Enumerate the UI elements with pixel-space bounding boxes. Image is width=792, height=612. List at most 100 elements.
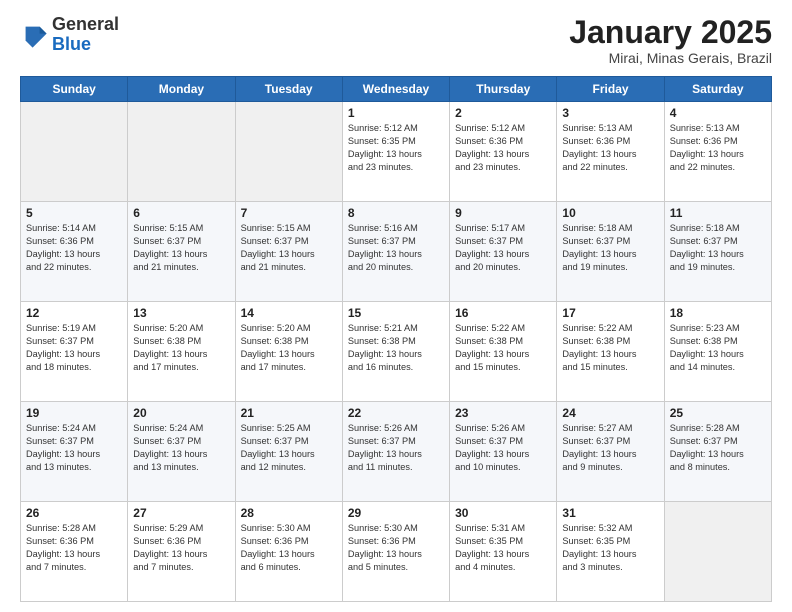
calendar-week-3: 12Sunrise: 5:19 AMSunset: 6:37 PMDayligh… <box>21 302 772 402</box>
calendar-cell: 11 Sunrise: 5:18 AMSunset: 6:37 PMDayligh… <box>664 202 771 302</box>
calendar-cell: 4Sunrise: 5:13 AMSunset: 6:36 PMDaylight… <box>664 102 771 202</box>
calendar-cell: 18Sunrise: 5:23 AMSunset: 6:38 PMDayligh… <box>664 302 771 402</box>
day-number: 31 <box>562 506 658 520</box>
calendar-cell: 25Sunrise: 5:28 AMSunset: 6:37 PMDayligh… <box>664 402 771 502</box>
header: General Blue January 2025 Mirai, Minas G… <box>20 15 772 66</box>
location-subtitle: Mirai, Minas Gerais, Brazil <box>569 50 772 66</box>
weekday-header-thursday: Thursday <box>450 77 557 102</box>
calendar-cell: 22 Sunrise: 5:26 AMSunset: 6:37 PMDayligh… <box>342 402 449 502</box>
page: General Blue January 2025 Mirai, Minas G… <box>0 0 792 612</box>
day-info: Sunrise: 5:22 AMSunset: 6:38 PMDaylight:… <box>562 322 658 374</box>
day-number: 17 <box>562 306 658 320</box>
day-number: 30 <box>455 506 551 520</box>
calendar-cell: 8 Sunrise: 5:16 AMSunset: 6:37 PMDaylight… <box>342 202 449 302</box>
weekday-header-tuesday: Tuesday <box>235 77 342 102</box>
calendar-cell: 2 Sunrise: 5:12 AMSunset: 6:36 PMDaylight… <box>450 102 557 202</box>
calendar-cell: 17 Sunrise: 5:22 AMSunset: 6:38 PMDayligh… <box>557 302 664 402</box>
day-number: 8 <box>348 206 444 220</box>
day-number: 24 <box>562 406 658 420</box>
calendar-week-5: 26 Sunrise: 5:28 AMSunset: 6:36 PMDayligh… <box>21 502 772 602</box>
logo-blue-text: Blue <box>52 34 91 54</box>
calendar-cell: 15 Sunrise: 5:21 AMSunset: 6:38 PMDayligh… <box>342 302 449 402</box>
calendar-cell: 30 Sunrise: 5:31 AMSunset: 6:35 PMDayligh… <box>450 502 557 602</box>
weekday-header-saturday: Saturday <box>664 77 771 102</box>
day-info: Sunrise: 5:24 AMSunset: 6:37 PMDaylight:… <box>26 422 122 474</box>
logo-icon <box>20 21 48 49</box>
day-info: Sunrise: 5:13 AMSunset: 6:36 PMDaylight:… <box>670 122 766 174</box>
weekday-header-wednesday: Wednesday <box>342 77 449 102</box>
day-info: Sunrise: 5:28 AMSunset: 6:36 PMDaylight:… <box>26 522 122 574</box>
calendar-cell: 23Sunrise: 5:26 AMSunset: 6:37 PMDayligh… <box>450 402 557 502</box>
calendar-cell: 31Sunrise: 5:32 AMSunset: 6:35 PMDayligh… <box>557 502 664 602</box>
calendar-cell: 3 Sunrise: 5:13 AMSunset: 6:36 PMDaylight… <box>557 102 664 202</box>
day-number: 22 <box>348 406 444 420</box>
day-number: 12 <box>26 306 122 320</box>
day-info: Sunrise: 5:25 AMSunset: 6:37 PMDaylight:… <box>241 422 337 474</box>
month-title: January 2025 <box>569 15 772 50</box>
day-number: 26 <box>26 506 122 520</box>
day-info: Sunrise: 5:26 AMSunset: 6:37 PMDaylight:… <box>348 422 444 474</box>
title-block: January 2025 Mirai, Minas Gerais, Brazil <box>569 15 772 66</box>
day-info: Sunrise: 5:12 AMSunset: 6:36 PMDaylight:… <box>455 122 551 174</box>
day-info: Sunrise: 5:31 AMSunset: 6:35 PMDaylight:… <box>455 522 551 574</box>
day-number: 7 <box>241 206 337 220</box>
day-number: 9 <box>455 206 551 220</box>
calendar-cell <box>128 102 235 202</box>
calendar-cell: 13Sunrise: 5:20 AMSunset: 6:38 PMDayligh… <box>128 302 235 402</box>
calendar-cell: 19 Sunrise: 5:24 AMSunset: 6:37 PMDayligh… <box>21 402 128 502</box>
calendar-cell: 27 Sunrise: 5:29 AMSunset: 6:36 PMDayligh… <box>128 502 235 602</box>
calendar-cell: 1 Sunrise: 5:12 AMSunset: 6:35 PMDaylight… <box>342 102 449 202</box>
day-number: 19 <box>26 406 122 420</box>
day-info: Sunrise: 5:28 AMSunset: 6:37 PMDaylight:… <box>670 422 766 474</box>
calendar-cell: 7 Sunrise: 5:15 AMSunset: 6:37 PMDaylight… <box>235 202 342 302</box>
calendar-cell: 16Sunrise: 5:22 AMSunset: 6:38 PMDayligh… <box>450 302 557 402</box>
day-number: 3 <box>562 106 658 120</box>
calendar-cell: 20 Sunrise: 5:24 AMSunset: 6:37 PMDayligh… <box>128 402 235 502</box>
calendar-cell <box>235 102 342 202</box>
calendar-cell <box>21 102 128 202</box>
day-info: Sunrise: 5:18 AMSunset: 6:37 PMDaylight:… <box>670 222 766 274</box>
day-number: 29 <box>348 506 444 520</box>
day-info: Sunrise: 5:15 AMSunset: 6:37 PMDaylight:… <box>241 222 337 274</box>
logo-general-text: General <box>52 14 119 34</box>
day-number: 15 <box>348 306 444 320</box>
logo-text: General Blue <box>52 15 119 55</box>
calendar-cell: 12Sunrise: 5:19 AMSunset: 6:37 PMDayligh… <box>21 302 128 402</box>
day-number: 20 <box>133 406 229 420</box>
day-info: Sunrise: 5:29 AMSunset: 6:36 PMDaylight:… <box>133 522 229 574</box>
day-number: 2 <box>455 106 551 120</box>
day-number: 13 <box>133 306 229 320</box>
day-number: 18 <box>670 306 766 320</box>
day-number: 5 <box>26 206 122 220</box>
day-number: 6 <box>133 206 229 220</box>
calendar-cell: 26 Sunrise: 5:28 AMSunset: 6:36 PMDayligh… <box>21 502 128 602</box>
calendar-week-1: 1 Sunrise: 5:12 AMSunset: 6:35 PMDaylight… <box>21 102 772 202</box>
day-info: Sunrise: 5:18 AMSunset: 6:37 PMDaylight:… <box>562 222 658 274</box>
day-info: Sunrise: 5:27 AMSunset: 6:37 PMDaylight:… <box>562 422 658 474</box>
calendar-cell: 14Sunrise: 5:20 AMSunset: 6:38 PMDayligh… <box>235 302 342 402</box>
day-number: 27 <box>133 506 229 520</box>
day-info: Sunrise: 5:13 AMSunset: 6:36 PMDaylight:… <box>562 122 658 174</box>
weekday-header-row: SundayMondayTuesdayWednesdayThursdayFrid… <box>21 77 772 102</box>
day-info: Sunrise: 5:12 AMSunset: 6:35 PMDaylight:… <box>348 122 444 174</box>
day-number: 10 <box>562 206 658 220</box>
day-number: 28 <box>241 506 337 520</box>
day-info: Sunrise: 5:21 AMSunset: 6:38 PMDaylight:… <box>348 322 444 374</box>
day-info: Sunrise: 5:24 AMSunset: 6:37 PMDaylight:… <box>133 422 229 474</box>
day-number: 14 <box>241 306 337 320</box>
calendar-cell: 21Sunrise: 5:25 AMSunset: 6:37 PMDayligh… <box>235 402 342 502</box>
day-number: 1 <box>348 106 444 120</box>
day-info: Sunrise: 5:16 AMSunset: 6:37 PMDaylight:… <box>348 222 444 274</box>
day-info: Sunrise: 5:22 AMSunset: 6:38 PMDaylight:… <box>455 322 551 374</box>
calendar-cell: 5 Sunrise: 5:14 AMSunset: 6:36 PMDaylight… <box>21 202 128 302</box>
weekday-header-sunday: Sunday <box>21 77 128 102</box>
calendar-cell <box>664 502 771 602</box>
day-info: Sunrise: 5:30 AMSunset: 6:36 PMDaylight:… <box>241 522 337 574</box>
calendar-cell: 24 Sunrise: 5:27 AMSunset: 6:37 PMDayligh… <box>557 402 664 502</box>
calendar-week-2: 5 Sunrise: 5:14 AMSunset: 6:36 PMDaylight… <box>21 202 772 302</box>
day-info: Sunrise: 5:17 AMSunset: 6:37 PMDaylight:… <box>455 222 551 274</box>
day-number: 11 <box>670 206 766 220</box>
calendar-cell: 28 Sunrise: 5:30 AMSunset: 6:36 PMDayligh… <box>235 502 342 602</box>
day-info: Sunrise: 5:30 AMSunset: 6:36 PMDaylight:… <box>348 522 444 574</box>
day-info: Sunrise: 5:14 AMSunset: 6:36 PMDaylight:… <box>26 222 122 274</box>
